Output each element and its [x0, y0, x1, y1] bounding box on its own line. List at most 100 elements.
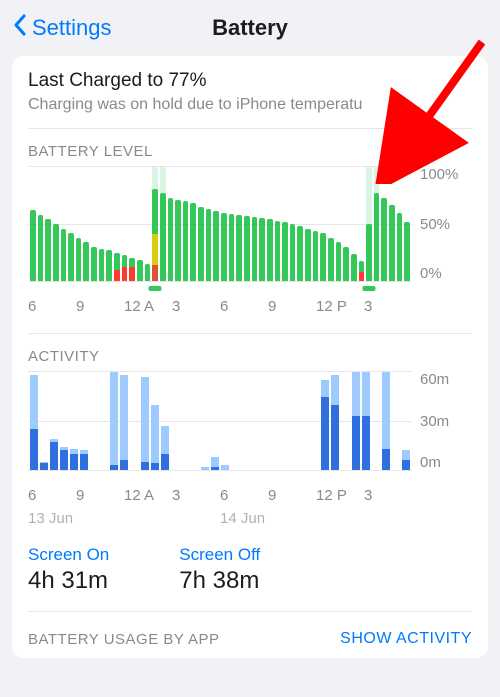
activity-bar: [181, 372, 189, 470]
battery-bar: [381, 167, 387, 281]
battery-bar: [137, 167, 143, 281]
battery-x-axis: 6 9 12 A 3 6 9 12 P 3: [28, 298, 472, 315]
activity-bar: [301, 372, 309, 470]
activity-bar: [251, 372, 259, 470]
battery-bar: [305, 167, 311, 281]
activity-bar: [141, 372, 149, 470]
activity-x-dates: 13 Jun 14 Jun: [28, 510, 472, 527]
battery-bar: [389, 167, 395, 281]
battery-bar: [145, 167, 151, 281]
activity-bar: [80, 372, 88, 470]
activity-bar: [70, 372, 78, 470]
battery-bar: [236, 167, 242, 281]
battery-bar: [343, 167, 349, 281]
activity-bar: [331, 372, 339, 470]
battery-bar: [53, 167, 59, 281]
activity-bar: [372, 372, 380, 470]
battery-bar: [252, 167, 258, 281]
battery-level-chart[interactable]: 100% 50% 0%: [28, 166, 472, 282]
battery-bar: [259, 167, 265, 281]
screen-off-value: 7h 38m: [179, 567, 260, 595]
battery-bar: [267, 167, 273, 281]
activity-x-axis: 6 9 12 A 3 6 9 12 P 3: [28, 487, 472, 504]
last-charged-subtext: Charging was on hold due to iPhone tempe…: [28, 96, 472, 114]
battery-bar: [221, 167, 227, 281]
activity-bar: [241, 372, 249, 470]
activity-bar: [231, 372, 239, 470]
battery-bar: [122, 167, 128, 281]
activity-stats: Screen On 4h 31m Screen Off 7h 38m: [28, 545, 472, 595]
activity-bar: [211, 372, 219, 470]
battery-bar: [229, 167, 235, 281]
battery-bar: [61, 167, 67, 281]
screen-on-value: 4h 31m: [28, 567, 109, 595]
activity-bar: [161, 372, 169, 470]
activity-bar: [120, 372, 128, 470]
battery-bar: [213, 167, 219, 281]
battery-bar: [366, 167, 372, 281]
activity-y-axis: 60m 30m 0m: [412, 371, 472, 471]
chevron-left-icon: [12, 13, 28, 43]
activity-bar: [362, 372, 370, 470]
activity-chart[interactable]: 60m 30m 0m: [28, 371, 472, 471]
battery-bar: [175, 167, 181, 281]
battery-bar: [313, 167, 319, 281]
activity-bar: [110, 372, 118, 470]
screen-off-stat: Screen Off 7h 38m: [179, 545, 260, 595]
activity-bar: [341, 372, 349, 470]
activity-bar: [191, 372, 199, 470]
activity-bar: [281, 372, 289, 470]
battery-bar: [244, 167, 250, 281]
battery-bar: [129, 167, 135, 281]
show-activity-button[interactable]: SHOW ACTIVITY: [340, 630, 472, 648]
battery-bar: [320, 167, 326, 281]
activity-bar: [392, 372, 400, 470]
activity-bar: [291, 372, 299, 470]
battery-bar: [68, 167, 74, 281]
screen-on-stat: Screen On 4h 31m: [28, 545, 109, 595]
last-charged-title: Last Charged to 77%: [28, 70, 472, 92]
activity-bar: [30, 372, 38, 470]
activity-header: ACTIVITY: [28, 348, 472, 365]
back-button[interactable]: Settings: [12, 13, 112, 43]
screen-off-label: Screen Off: [179, 545, 260, 565]
divider: [28, 128, 472, 129]
battery-bar: [114, 167, 120, 281]
activity-bar: [40, 372, 48, 470]
activity-bar: [271, 372, 279, 470]
activity-bar: [130, 372, 138, 470]
battery-bar: [38, 167, 44, 281]
activity-bar: [382, 372, 390, 470]
usage-footer: BATTERY USAGE BY APP SHOW ACTIVITY: [28, 630, 472, 658]
battery-bar: [404, 167, 410, 281]
battery-bar: [297, 167, 303, 281]
divider: [28, 333, 472, 334]
activity-bar: [311, 372, 319, 470]
screen-on-label: Screen On: [28, 545, 109, 565]
battery-bar: [275, 167, 281, 281]
activity-bar: [60, 372, 68, 470]
battery-bar: [183, 167, 189, 281]
battery-bar: [397, 167, 403, 281]
battery-card: Last Charged to 77% Charging was on hold…: [12, 56, 488, 658]
battery-bar: [290, 167, 296, 281]
battery-bar: [152, 167, 158, 281]
battery-bar: [30, 167, 36, 281]
activity-bar: [201, 372, 209, 470]
battery-bar: [168, 167, 174, 281]
battery-usage-header: BATTERY USAGE BY APP: [28, 631, 219, 648]
battery-bar: [106, 167, 112, 281]
battery-bar: [359, 167, 365, 281]
battery-bar: [328, 167, 334, 281]
activity-bar: [90, 372, 98, 470]
activity-bar: [50, 372, 58, 470]
battery-bar: [374, 167, 380, 281]
back-label: Settings: [32, 15, 112, 41]
battery-bar: [91, 167, 97, 281]
battery-bar: [190, 167, 196, 281]
divider: [28, 611, 472, 612]
battery-bar: [336, 167, 342, 281]
battery-bar: [76, 167, 82, 281]
nav-bar: Settings Battery: [0, 0, 500, 56]
battery-bar: [83, 167, 89, 281]
